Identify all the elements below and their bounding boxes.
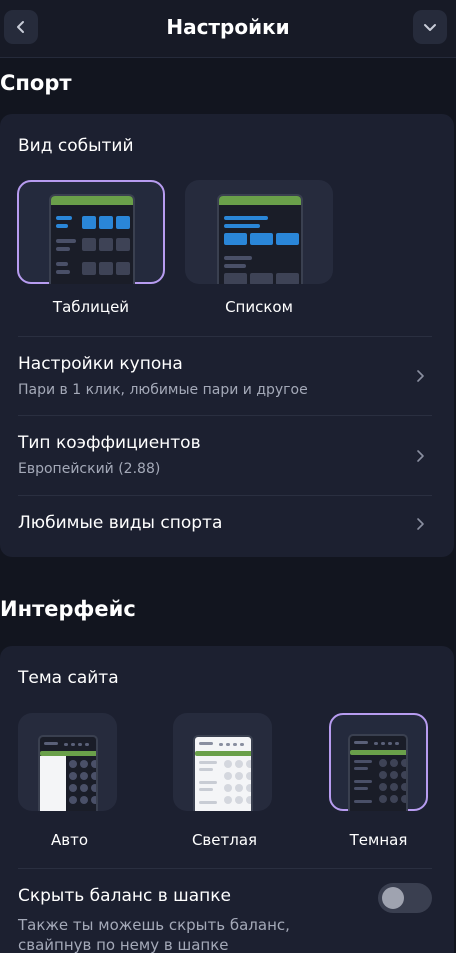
hide-balance-subtitle-line2: свайпнув по нему в шапке bbox=[18, 936, 229, 953]
chevron-right-icon bbox=[417, 370, 424, 382]
theme-label-light: Светлая bbox=[191, 831, 258, 849]
divider bbox=[18, 868, 432, 869]
row-odds-type[interactable]: Тип коэффициентов Европейский (2.88) bbox=[0, 415, 454, 495]
row-title: Тип коэффициентов bbox=[18, 433, 201, 453]
top-header: Настройки bbox=[0, 0, 456, 58]
theme-option-light[interactable] bbox=[173, 713, 272, 811]
page-title: Настройки bbox=[166, 15, 290, 39]
theme-label-dark: Темная bbox=[349, 831, 408, 849]
events-view-option-table[interactable] bbox=[17, 180, 165, 284]
row-title: Любимые виды спорта bbox=[18, 513, 223, 533]
events-view-option-list[interactable] bbox=[185, 180, 333, 284]
toggle-knob bbox=[382, 887, 404, 909]
events-view-label-list: Списком bbox=[225, 298, 293, 316]
hide-balance-toggle[interactable] bbox=[378, 883, 432, 913]
chevron-right-icon bbox=[417, 450, 424, 462]
sport-settings-card: Вид событий Таблицей Списком Настройки к… bbox=[0, 114, 454, 557]
table-view-preview bbox=[49, 194, 135, 284]
hide-balance-title: Скрыть баланс в шапке bbox=[18, 886, 231, 906]
row-title: Настройки купона bbox=[18, 354, 183, 374]
row-favorite-sports[interactable]: Любимые виды спорта bbox=[0, 495, 454, 557]
interface-settings-card: Тема сайта Авто Светлая Темная Скрыть ба… bbox=[0, 646, 454, 953]
events-view-label-table: Таблицей bbox=[52, 298, 130, 316]
section-title-sport: Спорт bbox=[0, 71, 72, 95]
hide-balance-subtitle-line1: Также ты можешь скрыть баланс, bbox=[18, 916, 290, 934]
events-view-heading: Вид событий bbox=[18, 136, 134, 156]
chevron-right-icon bbox=[417, 518, 424, 530]
list-view-preview bbox=[217, 194, 303, 284]
row-subtitle: Европейский (2.88) bbox=[18, 461, 161, 477]
theme-option-dark[interactable] bbox=[329, 713, 428, 811]
row-coupon-settings[interactable]: Настройки купона Пари в 1 клик, любимые … bbox=[0, 336, 454, 416]
light-theme-preview bbox=[193, 735, 253, 811]
dark-theme-preview bbox=[348, 734, 408, 811]
theme-heading: Тема сайта bbox=[18, 668, 119, 688]
theme-label-auto: Авто bbox=[50, 831, 89, 849]
row-subtitle: Пари в 1 клик, любимые пари и другое bbox=[18, 382, 308, 398]
collapse-button[interactable] bbox=[413, 10, 447, 44]
auto-theme-preview bbox=[38, 735, 98, 811]
theme-option-auto[interactable] bbox=[18, 713, 117, 811]
chevron-down-icon bbox=[424, 24, 436, 31]
section-title-interface: Интерфейс bbox=[0, 597, 136, 621]
